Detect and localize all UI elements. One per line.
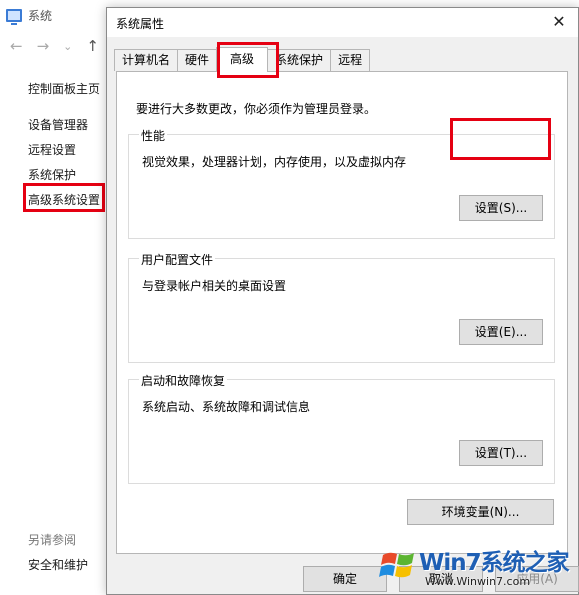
ok-button[interactable]: 确定 [303,566,387,592]
user-profiles-title: 用户配置文件 [139,251,216,268]
control-panel-titlebar: 系统 [6,6,53,25]
highlight-box-performance-settings [450,118,551,160]
highlight-box-advanced-link [23,183,105,212]
remote-settings-link[interactable]: 远程设置 [28,141,76,158]
device-manager-link[interactable]: 设备管理器 [28,116,88,133]
dialog-title: 系统属性 [116,17,165,31]
highlight-box-advanced-tab [217,42,279,78]
system-protection-link[interactable]: 系统保护 [28,166,76,183]
tab-computer-name[interactable]: 计算机名 [114,49,179,71]
watermark: Win7系统之家 Www.Winwin7.com [377,539,577,593]
up-arrow-icon[interactable]: ↑ [86,37,99,55]
see-also-heading: 另请参阅 [28,533,77,547]
watermark-text: Win7系统之家 [419,550,570,576]
user-profiles-settings-button[interactable]: 设置(E)... [459,319,543,345]
environment-variables-button[interactable]: 环境变量(N)... [407,499,554,525]
security-maintenance-link[interactable]: 安全和维护 [28,556,88,573]
windows-logo-icon [379,552,414,578]
close-icon[interactable]: ✕ [546,10,572,34]
admin-note: 要进行大多数更改，你必须作为管理员登录。 [136,102,377,116]
chevron-down-icon[interactable]: ⌄ [63,40,72,55]
startup-recovery-title: 启动和故障恢复 [139,372,228,389]
watermark-url: Www.Winwin7.com [425,575,531,588]
startup-recovery-desc: 系统启动、系统故障和调试信息 [142,400,311,414]
system-properties-dialog: 系统属性 ✕ 计算机名 硬件 高级 系统保护 远程 要进行大多数更改，你必须作为… [106,7,579,595]
dialog-titlebar[interactable]: 系统属性 ✕ [107,8,578,37]
forward-arrow-icon[interactable]: → [37,37,50,55]
performance-title: 性能 [139,127,168,144]
user-profiles-group: 用户配置文件 与登录帐户相关的桌面设置 设置(E)... [128,251,555,363]
performance-desc: 视觉效果，处理器计划，内存使用，以及虚拟内存 [142,155,407,169]
startup-recovery-group: 启动和故障恢复 系统启动、系统故障和调试信息 设置(T)... [128,372,555,484]
tab-remote[interactable]: 远程 [330,49,371,71]
computer-icon [6,8,22,25]
performance-settings-button[interactable]: 设置(S)... [459,195,543,221]
control-panel-title: 系统 [28,8,53,23]
back-arrow-icon[interactable]: ← [10,37,23,55]
nav-bar: ← → ⌄ ↑ [10,37,99,55]
startup-recovery-settings-button[interactable]: 设置(T)... [459,440,543,466]
tab-hardware[interactable]: 硬件 [177,49,218,71]
control-panel-home-link[interactable]: 控制面板主页 [28,80,100,97]
user-profiles-desc: 与登录帐户相关的桌面设置 [142,279,287,293]
